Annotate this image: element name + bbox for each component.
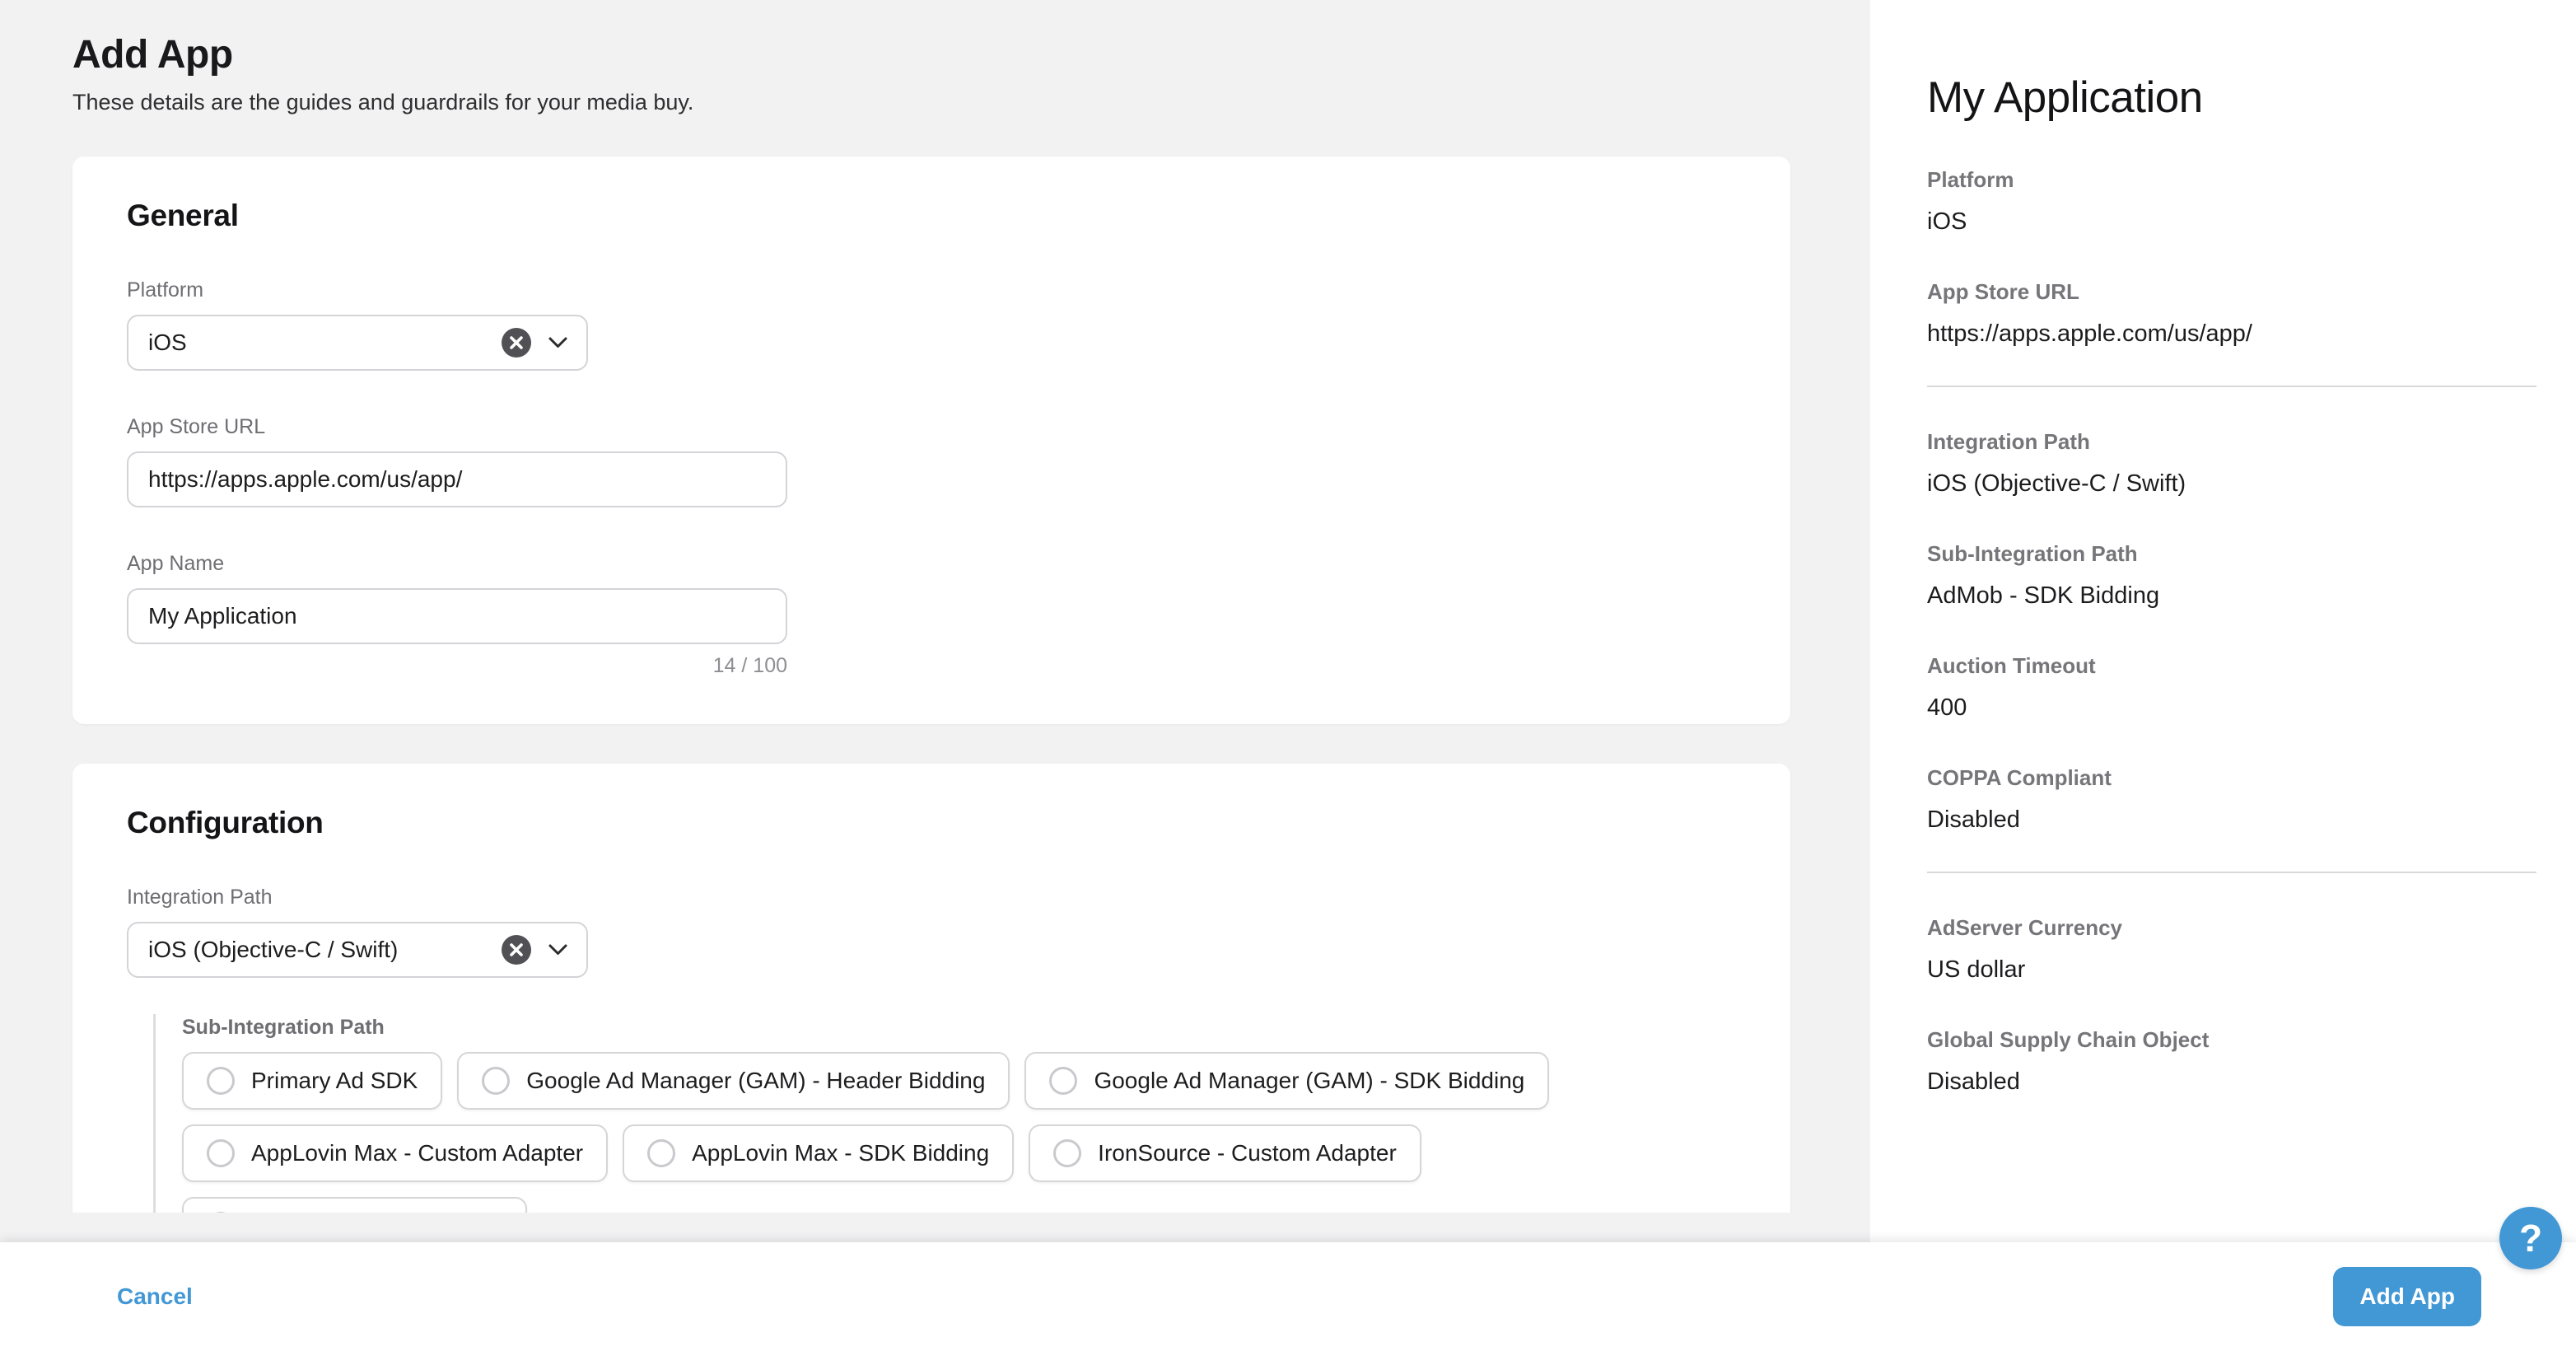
- sub-integration-path-group: Sub-Integration Path Primary Ad SDK Goog…: [153, 1014, 1736, 1213]
- radio-unchecked-icon[interactable]: [207, 1067, 235, 1095]
- sub-integration-path-options: Primary Ad SDK Google Ad Manager (GAM) -…: [182, 1052, 1704, 1213]
- page-title: Add App: [72, 31, 1870, 79]
- radio-unchecked-icon[interactable]: [1053, 1139, 1081, 1167]
- integration-path-select[interactable]: iOS (Objective-C / Swift): [127, 922, 588, 978]
- summary-global-supply-chain-object: Global Supply Chain Object Disabled: [1927, 1026, 2536, 1097]
- general-heading: General: [127, 198, 1736, 234]
- general-card: General Platform iOS App Store URL App N…: [72, 157, 1790, 724]
- radio-option-gam-header-bidding[interactable]: Google Ad Manager (GAM) - Header Bidding: [457, 1052, 1010, 1110]
- app-name-input[interactable]: [127, 588, 787, 644]
- platform-clear-icon[interactable]: [502, 328, 531, 358]
- radio-unchecked-icon[interactable]: [207, 1139, 235, 1167]
- cancel-button[interactable]: Cancel: [117, 1283, 193, 1310]
- summary-auction-timeout: Auction Timeout 400: [1927, 652, 2536, 723]
- summary-integration-path: Integration Path iOS (Objective-C / Swif…: [1927, 428, 2536, 499]
- chevron-down-icon: [548, 943, 568, 956]
- summary-divider: [1927, 386, 2536, 387]
- radio-option-applovin-sdk-bidding[interactable]: AppLovin Max - SDK Bidding: [623, 1124, 1014, 1182]
- add-app-button[interactable]: Add App: [2333, 1267, 2481, 1326]
- app-store-url-label: App Store URL: [127, 414, 1736, 440]
- integration-path-select-value: iOS (Objective-C / Swift): [148, 937, 502, 963]
- integration-path-label: Integration Path: [127, 884, 1736, 910]
- sub-integration-path-label: Sub-Integration Path: [182, 1014, 1736, 1040]
- radio-option-gam-sdk-bidding[interactable]: Google Ad Manager (GAM) - SDK Bidding: [1024, 1052, 1549, 1110]
- summary-sub-integration-path: Sub-Integration Path AdMob - SDK Bidding: [1927, 540, 2536, 611]
- main-content-area: Add App These details are the guides and…: [0, 0, 1870, 1213]
- radio-unchecked-icon[interactable]: [647, 1139, 675, 1167]
- summary-platform: Platform iOS: [1927, 166, 2536, 237]
- radio-option-primary-ad-sdk[interactable]: Primary Ad SDK: [182, 1052, 442, 1110]
- radio-unchecked-icon[interactable]: [1049, 1067, 1077, 1095]
- integration-path-clear-icon[interactable]: [502, 935, 531, 965]
- radio-unchecked-icon[interactable]: [207, 1212, 235, 1213]
- help-button[interactable]: ?: [2499, 1207, 2562, 1269]
- summary-app-title: My Application: [1927, 71, 2536, 125]
- app-name-label: App Name: [127, 550, 1736, 577]
- question-mark-icon: ?: [2519, 1216, 2542, 1260]
- summary-coppa-compliant: COPPA Compliant Disabled: [1927, 764, 2536, 835]
- platform-select-value: iOS: [148, 330, 502, 356]
- radio-option-ironsource-custom-adapter[interactable]: IronSource - Custom Adapter: [1029, 1124, 1421, 1182]
- summary-app-store-url: App Store URL https://apps.apple.com/us/…: [1927, 278, 2536, 349]
- app-store-url-input[interactable]: [127, 451, 787, 507]
- chevron-down-icon: [548, 336, 568, 349]
- radio-option-levelplay-sdk-bidding[interactable]: LevelPlay - SDK Bidding: [182, 1197, 527, 1213]
- page-subtitle: These details are the guides and guardra…: [72, 87, 1870, 117]
- summary-sidebar: My Application Platform iOS App Store UR…: [1870, 0, 2576, 1351]
- radio-unchecked-icon[interactable]: [482, 1067, 510, 1095]
- radio-option-applovin-custom-adapter[interactable]: AppLovin Max - Custom Adapter: [182, 1124, 608, 1182]
- platform-select[interactable]: iOS: [127, 315, 588, 371]
- configuration-card: Configuration Integration Path iOS (Obje…: [72, 764, 1790, 1213]
- app-name-char-counter: 14 / 100: [127, 654, 787, 678]
- summary-divider: [1927, 872, 2536, 873]
- footer-action-bar: Cancel Add App: [0, 1242, 2576, 1351]
- platform-label: Platform: [127, 277, 1736, 303]
- configuration-heading: Configuration: [127, 805, 1736, 841]
- summary-adserver-currency: AdServer Currency US dollar: [1927, 914, 2536, 985]
